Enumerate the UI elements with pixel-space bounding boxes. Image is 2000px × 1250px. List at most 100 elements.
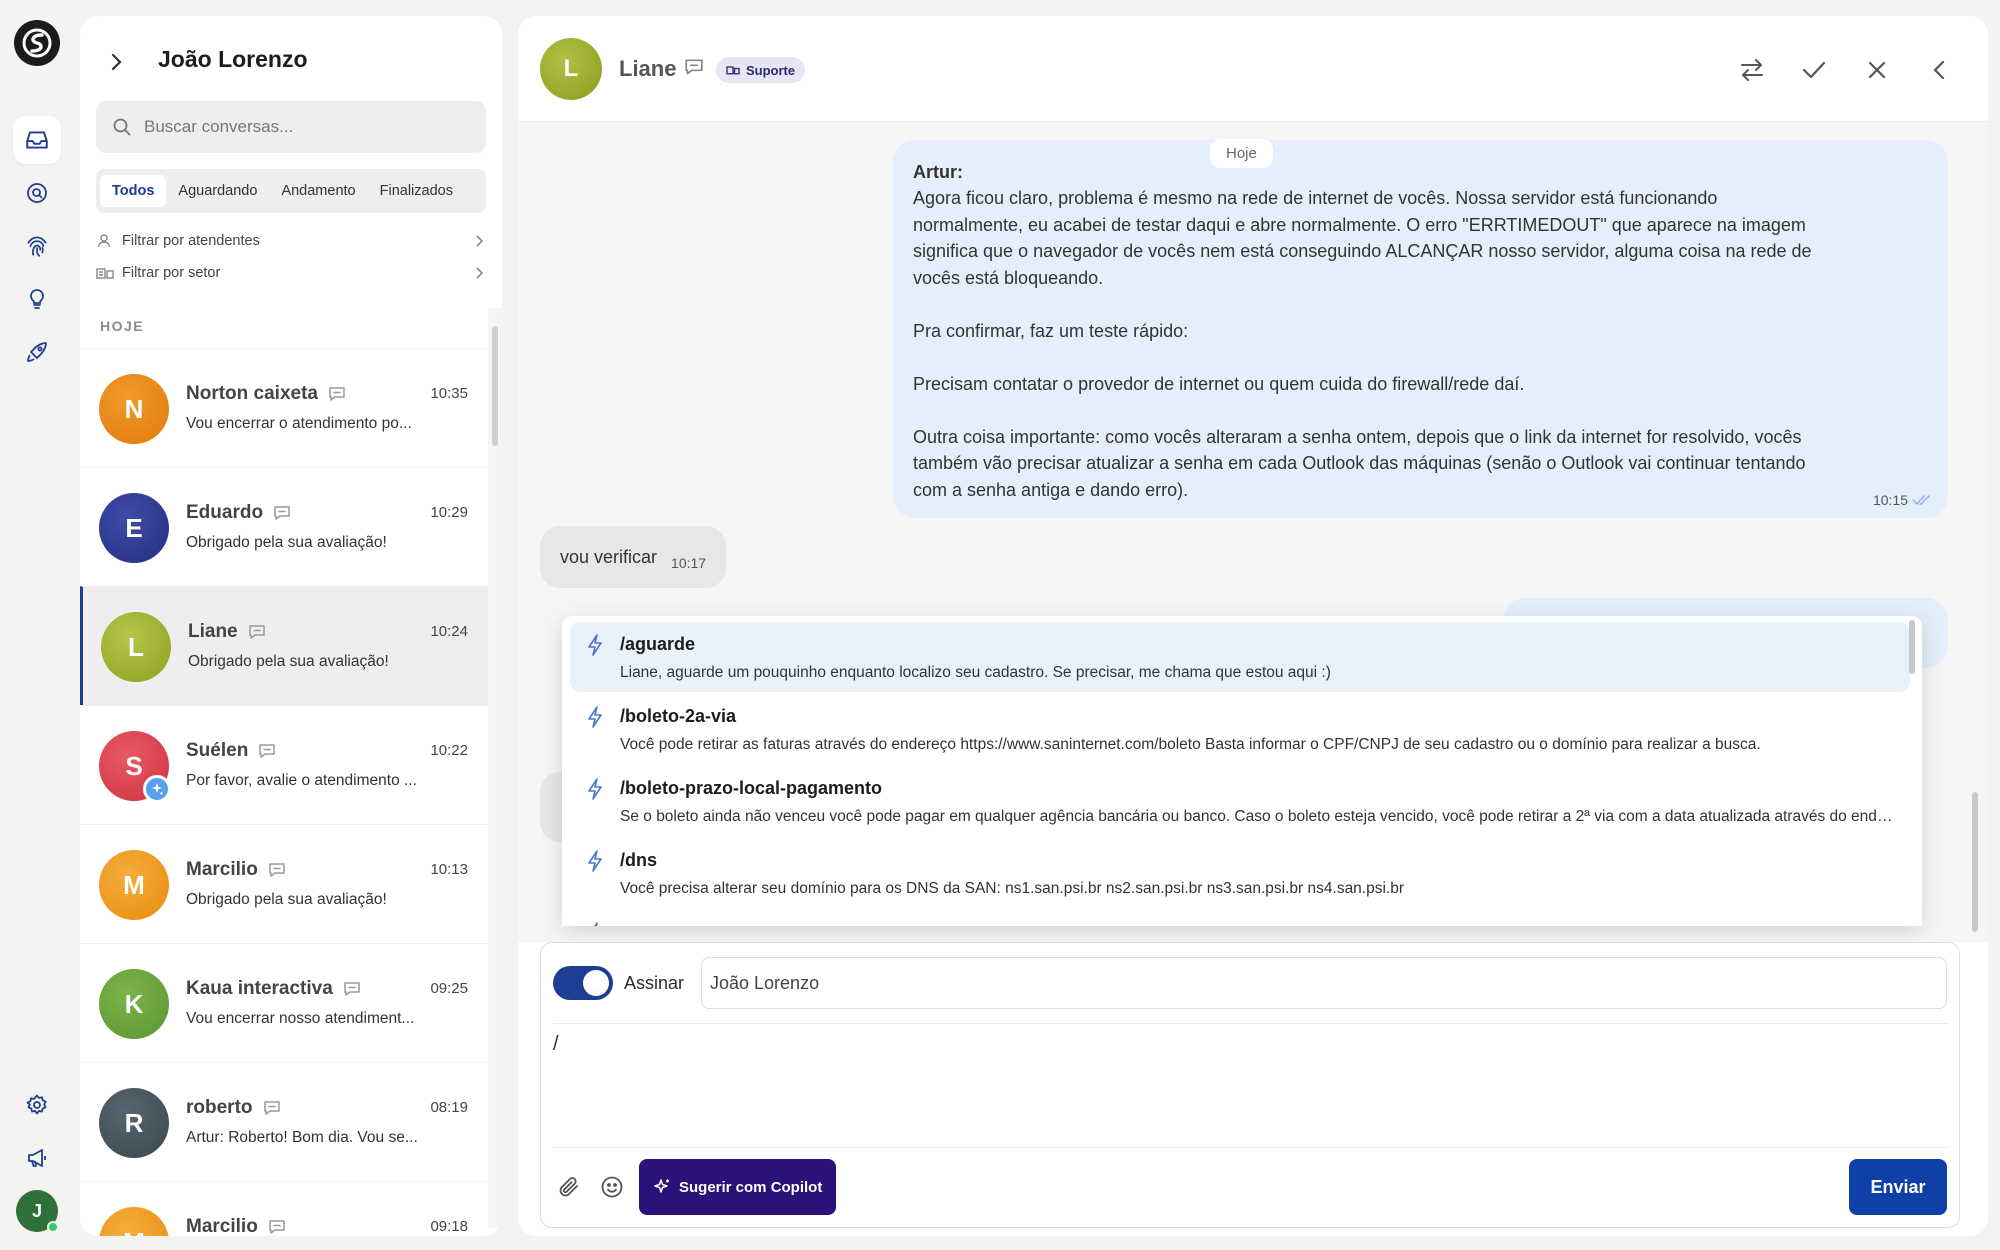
day-separator-chip: Hoje	[1210, 139, 1273, 168]
chat-bubble-icon	[343, 981, 361, 997]
quick-reply-description: Se o boleto ainda não venceu você pode p…	[620, 808, 1895, 825]
lightning-icon	[586, 706, 604, 728]
avatar-initial: L	[128, 631, 144, 662]
sector-icon	[96, 265, 114, 281]
quick-reply-description: Você pode retirar as faturas através do …	[620, 736, 1761, 753]
sector-badge: Suporte	[716, 57, 806, 83]
quick-reply-description: Você precisa alterar seu domínio para os…	[620, 880, 1405, 897]
message-meta: 10:15	[1873, 492, 1932, 508]
message-line: normalmente, eu acabei de testar daqui e…	[913, 214, 1806, 235]
conversation-item[interactable]: M Marcilio 10:13 Obrigado pela sua avali…	[80, 824, 488, 943]
contact-name: Marcilio	[186, 859, 258, 880]
signature-name-input[interactable]	[701, 957, 1947, 1009]
quick-reply-option-partial[interactable]	[570, 910, 1910, 926]
quick-reply-command: /aguarde	[620, 634, 696, 654]
filter-by-agents[interactable]: Filtrar por atendentes	[96, 227, 486, 255]
lightning-icon	[586, 850, 604, 872]
agent-name-title: João Lorenzo	[158, 46, 308, 72]
chat-bubble-icon	[268, 862, 286, 878]
item-time: 10:35	[430, 385, 468, 402]
conversations-panel: João Lorenzo Todos Aguardando Andamento …	[80, 16, 502, 1236]
item-time: 09:18	[430, 1218, 468, 1235]
conversation-item[interactable]: M Marcilio 09:18	[80, 1181, 488, 1236]
filter-label: Filtrar por setor	[122, 265, 221, 281]
conversation-item[interactable]: E Eduardo 10:29 Obrigado pela sua avalia…	[80, 467, 488, 586]
user-avatar[interactable]: J	[16, 1190, 59, 1233]
chevron-right-icon[interactable]	[106, 50, 126, 74]
chat-bubble-icon	[273, 505, 291, 521]
close-conversation-button[interactable]	[1857, 50, 1897, 90]
avatar: E	[99, 493, 169, 563]
megaphone-icon[interactable]	[13, 1134, 61, 1182]
filter-by-sector[interactable]: Filtrar por setor	[96, 259, 486, 287]
search-icon[interactable]	[13, 169, 61, 217]
tab-finalizados[interactable]: Finalizados	[368, 175, 465, 207]
message-line: vocês está bloqueando.	[913, 267, 1104, 288]
quick-reply-option[interactable]: /dns Você precisa alterar seu domínio pa…	[570, 838, 1910, 908]
message-line: Precisam contatar o provedor de internet…	[913, 373, 1525, 394]
name-row: Suélen	[186, 740, 276, 762]
message-area: Artur: Agora ficou claro, problema é mes…	[518, 122, 1988, 942]
conversation-item[interactable]: R roberto 08:19 Artur: Roberto! Bom dia.…	[80, 1062, 488, 1181]
tab-andamento[interactable]: Andamento	[269, 175, 367, 207]
transfer-button[interactable]	[1732, 50, 1772, 90]
conversation-list-scrollbar[interactable]	[488, 308, 502, 1228]
quick-replies-scrollbar[interactable]	[1908, 620, 1916, 920]
name-row: Marcilio	[186, 859, 286, 881]
close-icon	[1865, 58, 1889, 82]
settings-icon[interactable]	[13, 1081, 61, 1129]
contact-avatar[interactable]: L	[540, 38, 602, 100]
outgoing-message: Artur: Agora ficou claro, problema é mes…	[893, 140, 1948, 518]
emoji-button[interactable]	[596, 1171, 628, 1203]
item-time: 08:19	[430, 1099, 468, 1116]
name-row: Marcilio	[186, 1216, 286, 1236]
quick-reply-option[interactable]: /aguarde Liane, aguarde um pouquinho enq…	[570, 622, 1910, 692]
tab-aguardando[interactable]: Aguardando	[166, 175, 269, 207]
collapse-button[interactable]	[1920, 50, 1960, 90]
message-time: 10:15	[1872, 492, 1908, 508]
name-row: Liane	[188, 621, 266, 643]
rocket-icon[interactable]	[13, 328, 61, 376]
resolve-button[interactable]	[1794, 50, 1834, 90]
item-time: 09:25	[430, 980, 468, 997]
chevron-right-icon	[474, 265, 486, 281]
contact-name: Liane	[188, 621, 238, 642]
quick-reply-option[interactable]: /boleto-2a-via Você pode retirar as fatu…	[570, 694, 1910, 764]
brand-logo-icon[interactable]	[14, 20, 60, 66]
message-scrollbar[interactable]	[1970, 122, 1980, 942]
tab-todos[interactable]: Todos	[100, 175, 167, 207]
contact-name: Norton caixeta	[186, 383, 318, 404]
message-line-blank	[913, 397, 1928, 424]
fingerprint-icon[interactable]	[13, 222, 61, 270]
quick-replies-dropdown: /aguarde Liane, aguarde um pouquinho enq…	[562, 616, 1922, 926]
attach-button[interactable]	[553, 1171, 585, 1203]
signature-toggle[interactable]	[553, 966, 613, 1000]
contact-name: Marcilio	[186, 1216, 258, 1236]
search-input[interactable]	[144, 117, 444, 137]
scrollbar-thumb[interactable]	[1972, 792, 1978, 932]
search-box[interactable]	[96, 101, 486, 153]
suggest-copilot-button[interactable]: Sugerir com Copilot	[639, 1159, 837, 1215]
conversation-item[interactable]: K Kaua interactiva 09:25 Vou encerrar no…	[80, 943, 488, 1062]
scrollbar-thumb[interactable]	[492, 326, 498, 446]
message-line: Outra coisa importante: como vocês alter…	[913, 426, 1802, 447]
item-time: 10:13	[430, 861, 468, 878]
item-preview: Obrigado pela sua avaliação!	[188, 653, 389, 670]
scrollbar-thumb[interactable]	[1909, 620, 1915, 674]
conversation-item[interactable]: S Suélen 10:22 Por favor, avalie o atend…	[80, 705, 488, 824]
divider	[553, 1147, 1949, 1148]
inbox-icon[interactable]	[13, 116, 61, 164]
message-input[interactable]: /	[553, 1033, 1949, 1133]
send-button[interactable]: Enviar	[1849, 1159, 1947, 1215]
chevron-left-icon	[1930, 58, 1950, 82]
status-tabs: Todos Aguardando Andamento Finalizados	[96, 169, 486, 213]
lightbulb-icon[interactable]	[13, 275, 61, 323]
conversation-item[interactable]: N Norton caixeta 10:35 Vou encerrar o at…	[80, 348, 488, 467]
avatar: M	[99, 850, 169, 920]
quick-reply-option[interactable]: /boleto-prazo-local-pagamento Se o bolet…	[570, 766, 1910, 836]
section-label-today: HOJE	[100, 318, 145, 334]
message-line: Pra confirmar, faz um teste rápido:	[913, 320, 1189, 341]
quick-reply-command: /boleto-2a-via	[620, 706, 737, 726]
double-check-icon	[1912, 494, 1932, 506]
conversation-item-selected[interactable]: L Liane 10:24 Obrigado pela sua avaliaçã…	[80, 586, 488, 705]
